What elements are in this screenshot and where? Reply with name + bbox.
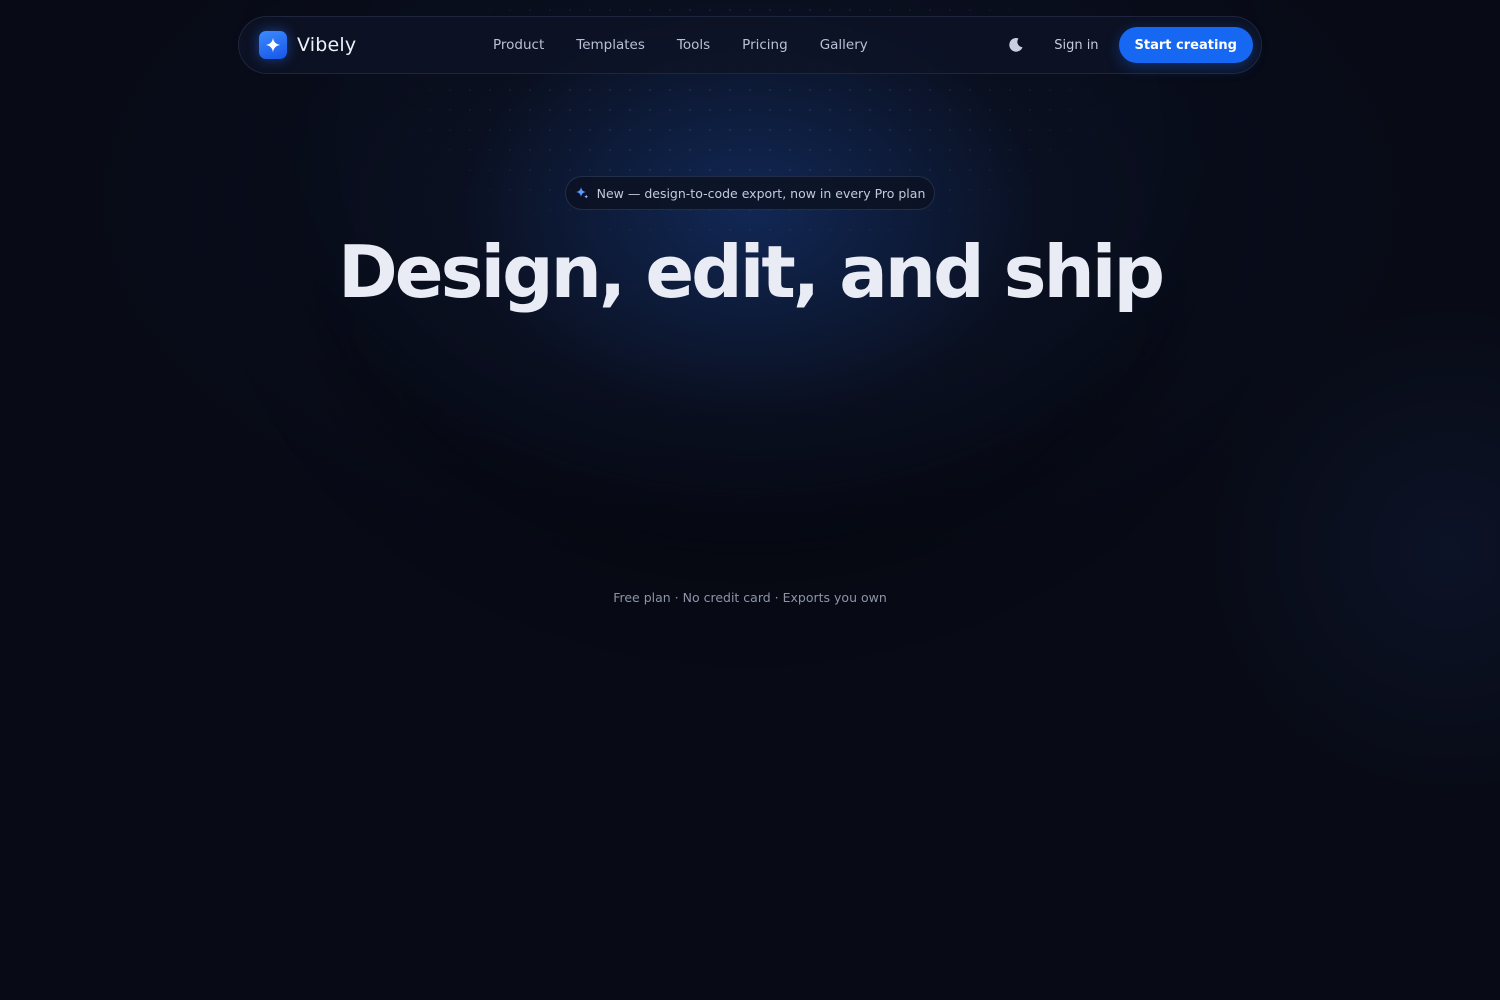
theme-toggle-button[interactable] [1000,29,1032,61]
sparkle-icon [575,187,588,199]
start-creating-button[interactable]: Start creating [1118,27,1253,63]
nav-link-pricing[interactable]: Pricing [742,37,788,53]
nav-link-product[interactable]: Product [493,37,544,53]
hero-fineprint: Free plan · No credit card · Exports you… [613,590,887,605]
brand-name: Vibely [297,34,357,56]
announcement-text: New — design-to-code export, now in ever… [596,185,926,201]
brand[interactable]: Vibely [259,31,459,59]
moon-icon [1009,38,1023,52]
nav-link-gallery[interactable]: Gallery [820,37,868,53]
nav-link-templates[interactable]: Templates [576,37,645,53]
hero-headline: Design, edit, and ship [337,230,1165,314]
nav-actions: Sign in Start creating [1000,27,1253,63]
nav-links: Product Templates Tools Pricing Gallery [493,37,868,53]
announcement-badge[interactable]: New — design-to-code export, now in ever… [565,176,935,210]
logo-sparkle-icon [259,31,287,59]
page: Vibely Product Templates Tools Pricing G… [0,0,1500,1000]
top-navbar: Vibely Product Templates Tools Pricing G… [238,16,1262,74]
nav-link-tools[interactable]: Tools [677,37,710,53]
sign-in-link[interactable]: Sign in [1054,38,1098,53]
